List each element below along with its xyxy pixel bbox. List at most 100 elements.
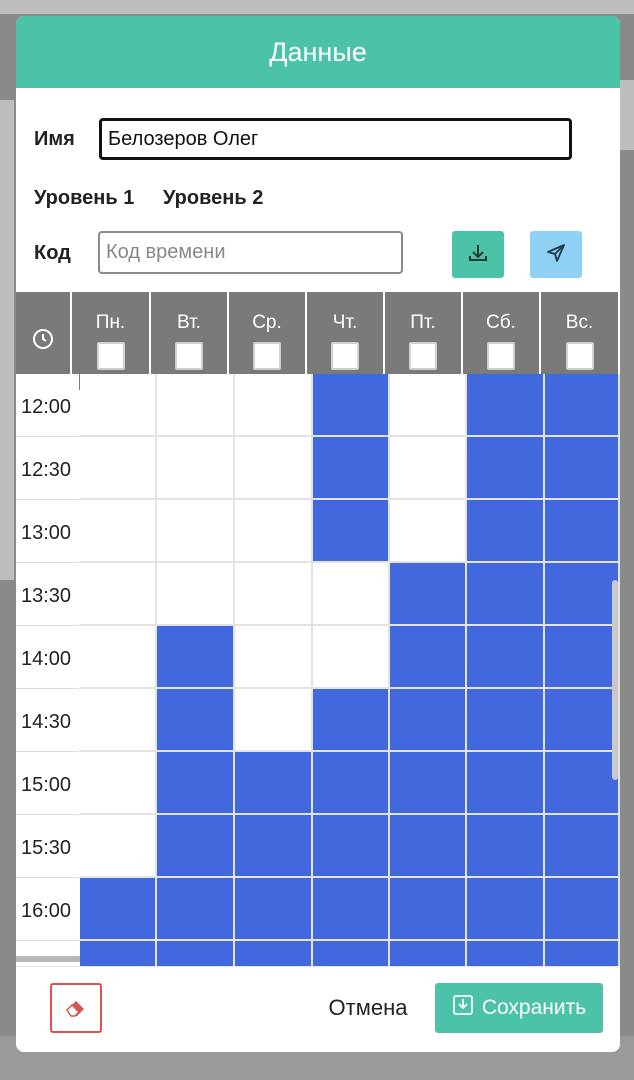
time-label: 13:30 <box>16 563 79 626</box>
time-slot-cell[interactable] <box>467 815 545 878</box>
time-slot-cell[interactable] <box>313 815 390 878</box>
time-slot-cell[interactable] <box>390 815 467 878</box>
time-slot-cell[interactable] <box>80 563 157 626</box>
time-slot-cell[interactable] <box>467 689 545 752</box>
time-slot-cell[interactable] <box>157 437 235 500</box>
time-slot-cell[interactable] <box>545 878 620 941</box>
time-slot-cell[interactable] <box>235 941 313 966</box>
time-slot-cell[interactable] <box>80 752 157 815</box>
time-slot-cell[interactable] <box>80 878 157 941</box>
time-slot-cell[interactable] <box>235 878 313 941</box>
level-1-label[interactable]: Уровень 1 <box>34 187 134 210</box>
time-slot-cell[interactable] <box>313 563 390 626</box>
time-slot-cell[interactable] <box>390 437 467 500</box>
time-slot-cell[interactable] <box>545 941 620 966</box>
day-select-checkbox[interactable] <box>409 342 437 370</box>
time-slot-cell[interactable] <box>235 563 313 626</box>
name-label: Имя <box>34 128 75 150</box>
cancel-button[interactable]: Отмена <box>316 983 420 1033</box>
day-select-checkbox[interactable] <box>175 342 203 370</box>
vertical-scrollbar[interactable] <box>612 580 618 780</box>
day-select-checkbox[interactable] <box>487 342 515 370</box>
time-slot-cell[interactable] <box>157 626 235 689</box>
day-select-checkbox[interactable] <box>96 342 125 370</box>
time-slot-cell[interactable] <box>390 689 467 752</box>
time-slot-cell[interactable] <box>157 689 235 752</box>
save-button[interactable]: Сохранить <box>435 983 603 1033</box>
day-select-checkbox[interactable] <box>331 342 359 370</box>
time-slot-cell[interactable] <box>313 878 390 941</box>
level-2-label[interactable]: Уровень 2 <box>163 187 263 210</box>
send-button[interactable] <box>530 231 582 278</box>
day-select-checkbox[interactable] <box>565 342 594 370</box>
time-slot-cell[interactable] <box>467 941 545 966</box>
save-label: Сохранить <box>481 996 587 1019</box>
time-slot-cell[interactable] <box>80 815 157 878</box>
time-slot-cell[interactable] <box>545 500 620 563</box>
time-slot-cell[interactable] <box>545 374 620 437</box>
time-slot-cell[interactable] <box>235 374 313 437</box>
time-slot-cell[interactable] <box>545 626 620 689</box>
time-label: 12:00 <box>16 374 79 437</box>
time-slot-cell[interactable] <box>545 815 620 878</box>
time-slot-cell[interactable] <box>467 878 545 941</box>
horizontal-scrollbar[interactable] <box>16 956 80 962</box>
time-slot-cell[interactable] <box>390 941 467 966</box>
time-slot-cell[interactable] <box>80 626 157 689</box>
name-input[interactable] <box>99 118 572 160</box>
time-slot-cell[interactable] <box>157 500 235 563</box>
time-slot-cell[interactable] <box>313 752 390 815</box>
send-icon <box>545 242 567 267</box>
time-slot-cell[interactable] <box>235 815 313 878</box>
code-label: Код <box>34 242 71 264</box>
download-icon <box>467 242 489 267</box>
time-slot-cell[interactable] <box>235 752 313 815</box>
time-slot-cell[interactable] <box>390 563 467 626</box>
download-button[interactable] <box>452 231 504 278</box>
time-slot-cell[interactable] <box>313 374 390 437</box>
time-label: 16:00 <box>16 878 79 941</box>
time-slot-cell[interactable] <box>235 689 313 752</box>
time-slot-cell[interactable] <box>157 374 235 437</box>
time-slot-cell[interactable] <box>467 563 545 626</box>
time-slot-cell[interactable] <box>545 563 620 626</box>
time-slot-cell[interactable] <box>390 374 467 437</box>
time-slot-cell[interactable] <box>157 815 235 878</box>
time-label: 13:00 <box>16 500 79 563</box>
time-slot-cell[interactable] <box>80 437 157 500</box>
time-slot-cell[interactable] <box>157 941 235 966</box>
grid-body: 12:00 12:30 13:00 13:30 14:00 14:30 15:00 15:30… <box>16 374 620 966</box>
time-slot-cell[interactable] <box>467 626 545 689</box>
time-slot-cell[interactable] <box>313 437 390 500</box>
time-slot-cell[interactable] <box>313 500 390 563</box>
time-slot-cell[interactable] <box>80 941 157 966</box>
time-slot-cell[interactable] <box>157 752 235 815</box>
time-slot-cell[interactable] <box>390 752 467 815</box>
time-slot-cell[interactable] <box>545 752 620 815</box>
time-slot-cell[interactable] <box>545 689 620 752</box>
time-slot-cell[interactable] <box>235 626 313 689</box>
time-slot-cell[interactable] <box>80 500 157 563</box>
eraser-icon <box>63 996 89 1021</box>
clear-button[interactable] <box>50 983 102 1033</box>
time-slot-cell[interactable] <box>467 374 545 437</box>
time-slot-cell[interactable] <box>313 941 390 966</box>
time-slot-cell[interactable] <box>390 626 467 689</box>
day-select-checkbox[interactable] <box>253 342 281 370</box>
time-slot-cell[interactable] <box>390 500 467 563</box>
code-input[interactable] <box>98 231 403 274</box>
time-slot-cell[interactable] <box>467 752 545 815</box>
time-slot-cell[interactable] <box>313 626 390 689</box>
time-slot-cell[interactable] <box>545 437 620 500</box>
time-slot-cell[interactable] <box>467 500 545 563</box>
time-slot-cell[interactable] <box>157 563 235 626</box>
time-slot-cell[interactable] <box>157 878 235 941</box>
time-slot-cell[interactable] <box>80 689 157 752</box>
time-slot-cell[interactable] <box>467 437 545 500</box>
time-slot-cell[interactable] <box>80 374 157 437</box>
modal-title: Данные <box>16 16 620 88</box>
time-slot-cell[interactable] <box>235 500 313 563</box>
time-slot-cell[interactable] <box>235 437 313 500</box>
time-slot-cell[interactable] <box>390 878 467 941</box>
time-slot-cell[interactable] <box>313 689 390 752</box>
